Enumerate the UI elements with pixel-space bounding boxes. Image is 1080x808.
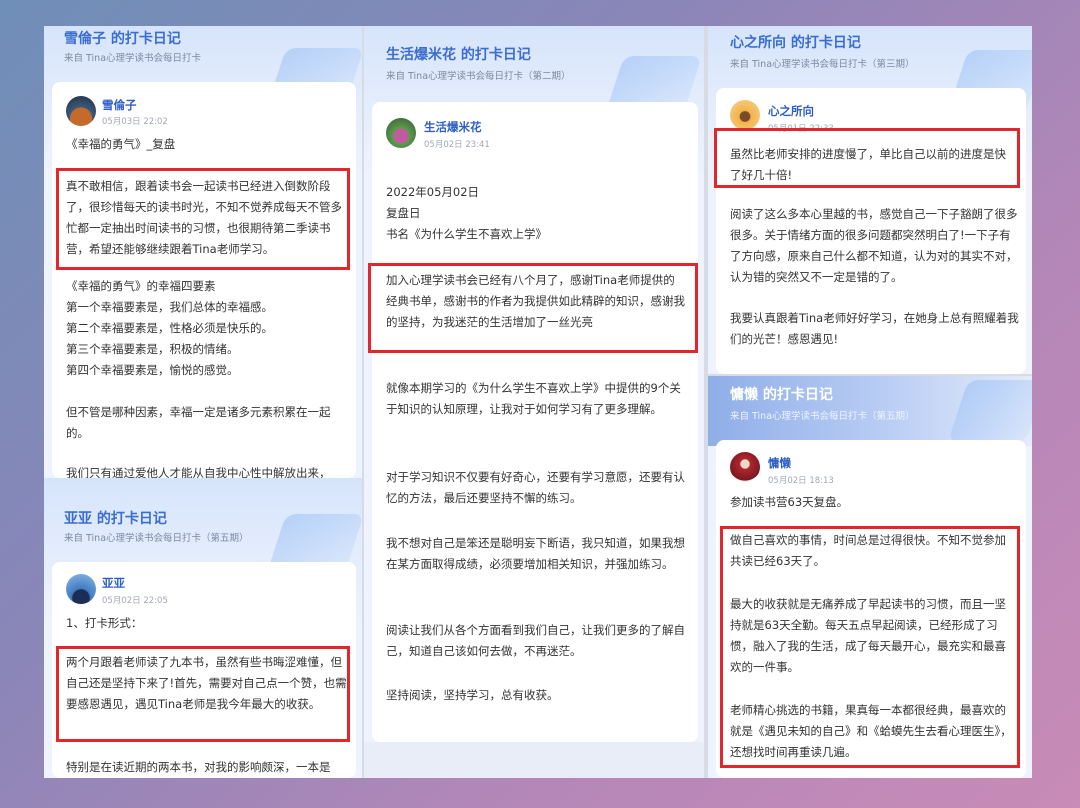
paragraph: 1、打卡形式：: [66, 616, 143, 630]
user-name[interactable]: 心之所向: [768, 103, 814, 119]
paragraph: 对于学习知识不仅要有好奇心，还要有学习意愿，还要有认忆的方法，最后还要坚持不懈的…: [386, 470, 685, 505]
paragraph: 特别是在读近期的两本书，对我的影响颇深，一本是: [66, 760, 331, 774]
user-avatar[interactable]: [730, 100, 760, 130]
post-date: 05月02日 22:05: [102, 596, 168, 606]
paragraph: 我要认真跟着Tina老师好好学习，在她身上总有照耀着我们的光芒！感恩遇见!: [730, 311, 1019, 346]
post-date: 05月02日 23:41: [424, 140, 490, 150]
panel-subtitle: 来自 Tina心理学读书会每日打卡（第五期）: [64, 533, 249, 544]
panel-title: 雪倫子 的打卡日记: [64, 31, 181, 47]
user-name[interactable]: 亚亚: [102, 575, 125, 591]
panel-subtitle: 来自 Tina心理学读书会每日打卡（第三期）: [730, 59, 915, 70]
user-avatar[interactable]: [66, 96, 96, 126]
user-name[interactable]: 慵懒: [768, 455, 791, 471]
panel-title: 亚亚 的打卡日记: [64, 511, 167, 527]
paragraph: 2022年05月02日: [386, 185, 480, 199]
panel-subtitle: 来自 Tina心理学读书会每日打卡: [64, 53, 202, 64]
paragraph: 复盘日: [386, 206, 421, 220]
paragraph: 我不想对自己是笨还是聪明妄下断语，我只知道，如果我想在某方面取得成绩，必须要增加…: [386, 536, 685, 571]
diary-panel-5: 慵懒 的打卡日记 来自 Tina心理学读书会每日打卡（第五期） 慵懒 05月02…: [708, 376, 1032, 778]
paragraph: 但不管是哪种因素，幸福一定是诸多元素积累在一起的。: [66, 405, 331, 440]
panel-subtitle: 来自 Tina心理学读书会每日打卡（第五期）: [730, 411, 915, 422]
element-list: 第一个幸福要素是，我们总体的幸福感。 第二个幸福要素是，性格必须是快乐的。 第三…: [66, 297, 350, 381]
screenshot-collage: 雪倫子 的打卡日记 来自 Tina心理学读书会每日打卡 雪倫子 05月03日 2…: [44, 26, 1032, 778]
post-date: 05月02日 18:13: [768, 476, 834, 486]
highlight-box: [720, 526, 1020, 768]
book-title: 《幸福的勇气》_复盘: [66, 137, 176, 151]
user-avatar[interactable]: [386, 118, 416, 148]
list-item: 第四个幸福要素是，愉悦的感觉。: [66, 363, 239, 377]
highlight-box: [368, 263, 698, 353]
highlight-box: [714, 128, 1020, 188]
list-item: 第二个幸福要素是，性格必须是快乐的。: [66, 321, 273, 335]
diary-card: 生活爆米花 05月02日 23:41 2022年05月02日 复盘日 书名《为什…: [372, 102, 698, 742]
panel-title: 生活爆米花 的打卡日记: [386, 47, 531, 63]
paragraph: 阅读了这么多本心里越的书，感觉自己一下子豁朗了很多很多。关于情绪方面的很多问题都…: [730, 207, 1018, 284]
diary-panel-3: 生活爆米花 的打卡日记 来自 Tina心理学读书会每日打卡（第二期） 生活爆米花…: [364, 26, 704, 778]
panel-bottom: [364, 742, 704, 778]
diary-card: 雪倫子 05月03日 22:02 《幸福的勇气》_复盘 真不敢相信，跟着读书会一…: [52, 82, 356, 478]
panel-title: 心之所向 的打卡日记: [730, 35, 861, 51]
highlight-box: [56, 646, 350, 742]
panel-subtitle: 来自 Tina心理学读书会每日打卡（第二期）: [386, 71, 571, 82]
diary-panel-1: 雪倫子 的打卡日记 来自 Tina心理学读书会每日打卡 雪倫子 05月03日 2…: [44, 26, 362, 478]
paragraph: 阅读让我们从各个方面看到我们自己，让我们更多的了解自己，知道自己该如何去做，不再…: [386, 623, 685, 658]
book-title: 书名《为什么学生不喜欢上学》: [386, 227, 547, 241]
list-item: 第一个幸福要素是，我们总体的幸福感。: [66, 300, 273, 314]
highlight-box: [56, 168, 350, 270]
list-item: 第三个幸福要素是，积极的情绪。: [66, 342, 239, 356]
post-date: 05月03日 22:02: [102, 117, 168, 127]
panel-title: 慵懒 的打卡日记: [730, 387, 833, 403]
diary-panel-2: 亚亚 的打卡日记 来自 Tina心理学读书会每日打卡（第五期） 亚亚 05月02…: [44, 478, 362, 778]
user-name[interactable]: 生活爆米花: [424, 119, 482, 135]
diary-panel-4: 心之所向 的打卡日记 来自 Tina心理学读书会每日打卡（第三期） 心之所向 0…: [708, 26, 1032, 374]
paragraph: 参加读书营63天复盘。: [730, 495, 849, 509]
user-avatar[interactable]: [730, 452, 760, 482]
section-title: 《幸福的勇气》的幸福四要素: [66, 279, 216, 293]
paragraph: 我们只有通过爱他人才能从自我中心性中解放出来，: [66, 466, 331, 478]
user-name[interactable]: 雪倫子: [102, 97, 137, 113]
paragraph: 坚持阅读，坚持学习，总有收获。: [386, 688, 559, 702]
decorative-shape: [947, 380, 1032, 442]
user-avatar[interactable]: [66, 574, 96, 604]
paragraph: 就像本期学习的《为什么学生不喜欢上学》中提供的9个关于知识的认知原理，让我对于如…: [386, 381, 681, 416]
